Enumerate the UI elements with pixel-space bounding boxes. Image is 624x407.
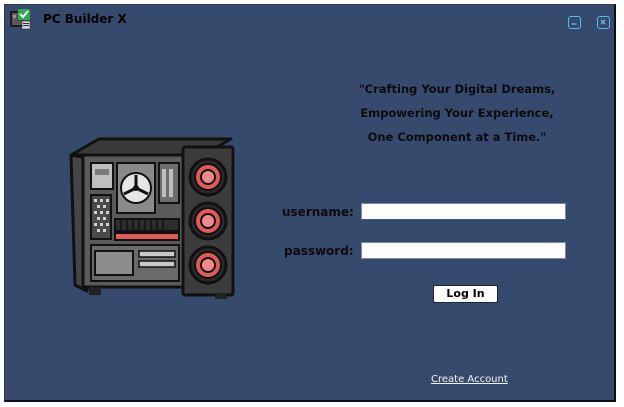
tagline: "Crafting Your Digital Dreams, Empowerin…: [337, 77, 577, 149]
pc-builder-icon: [10, 9, 31, 30]
close-button[interactable]: [597, 16, 610, 29]
username-label: username:: [282, 205, 354, 219]
username-input[interactable]: [361, 203, 566, 220]
create-account-link[interactable]: Create Account: [431, 374, 508, 385]
close-icon: [600, 19, 606, 25]
minimize-icon: [571, 23, 577, 25]
login-button[interactable]: Log In: [433, 285, 498, 303]
password-label: password:: [284, 244, 354, 258]
login-window: PC Builder X "Crafting Your Digital Drea…: [4, 4, 616, 402]
pc-case-icon: [69, 137, 235, 299]
tagline-line-2: Empowering Your Experience,: [360, 106, 554, 120]
tagline-line-1: "Crafting Your Digital Dreams,: [358, 82, 556, 96]
tagline-line-3: One Component at a Time.": [367, 130, 547, 144]
window-title: PC Builder X: [43, 12, 127, 26]
password-input[interactable]: [361, 242, 566, 259]
minimize-button[interactable]: [568, 16, 581, 29]
